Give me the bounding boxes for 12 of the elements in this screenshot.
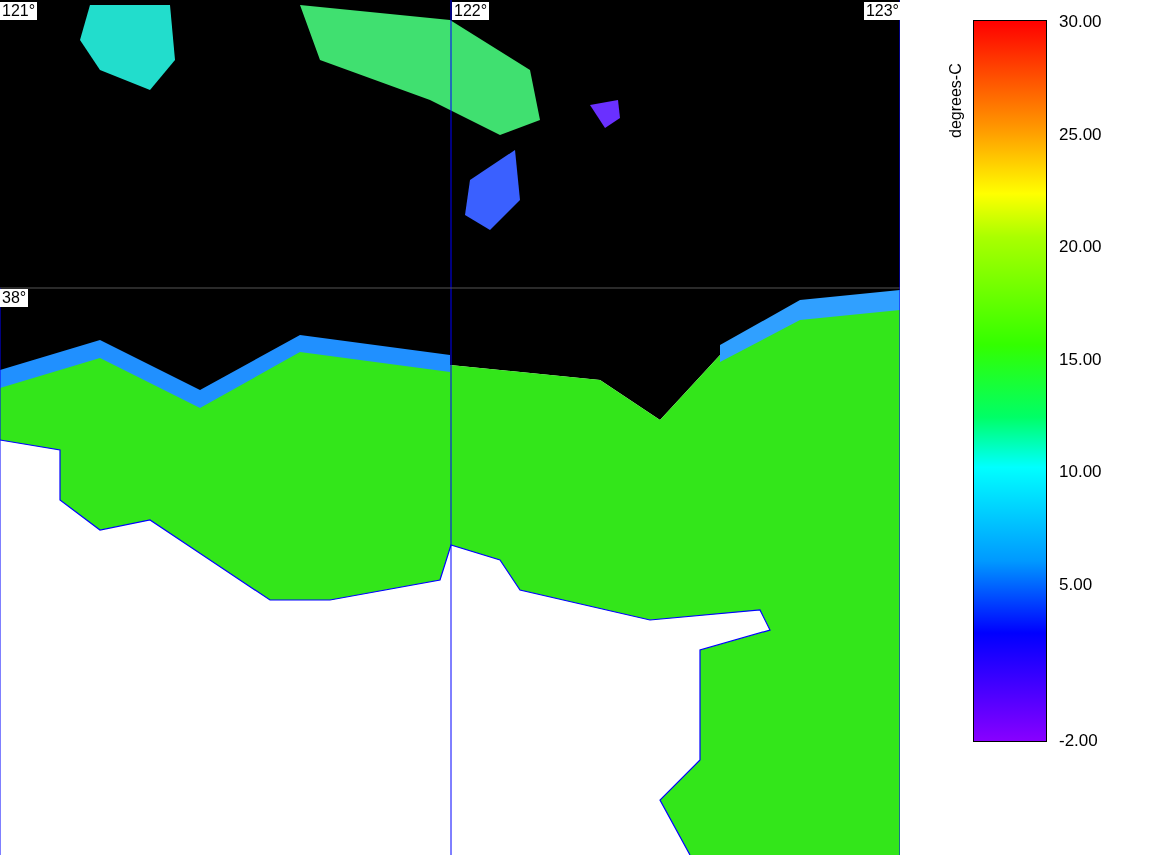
- longitude-label: 123°: [863, 2, 901, 20]
- scale-tick-label: 15.00: [1059, 349, 1102, 370]
- longitude-label: 121°: [0, 2, 38, 20]
- latitude-label: 38°: [0, 289, 29, 307]
- scale-tick-label: 5.00: [1059, 574, 1094, 595]
- unit-label: degrees-C: [947, 62, 965, 138]
- scale-tick-label: -2.00: [1059, 730, 1099, 751]
- scale-tick-label: 25.00: [1059, 124, 1102, 145]
- scale-tick-label: 10.00: [1059, 462, 1102, 482]
- longitude-label: 122°: [452, 2, 490, 20]
- scale-tick-label: 20.00: [1059, 237, 1102, 257]
- scale-tick-label: 30.00: [1059, 12, 1102, 32]
